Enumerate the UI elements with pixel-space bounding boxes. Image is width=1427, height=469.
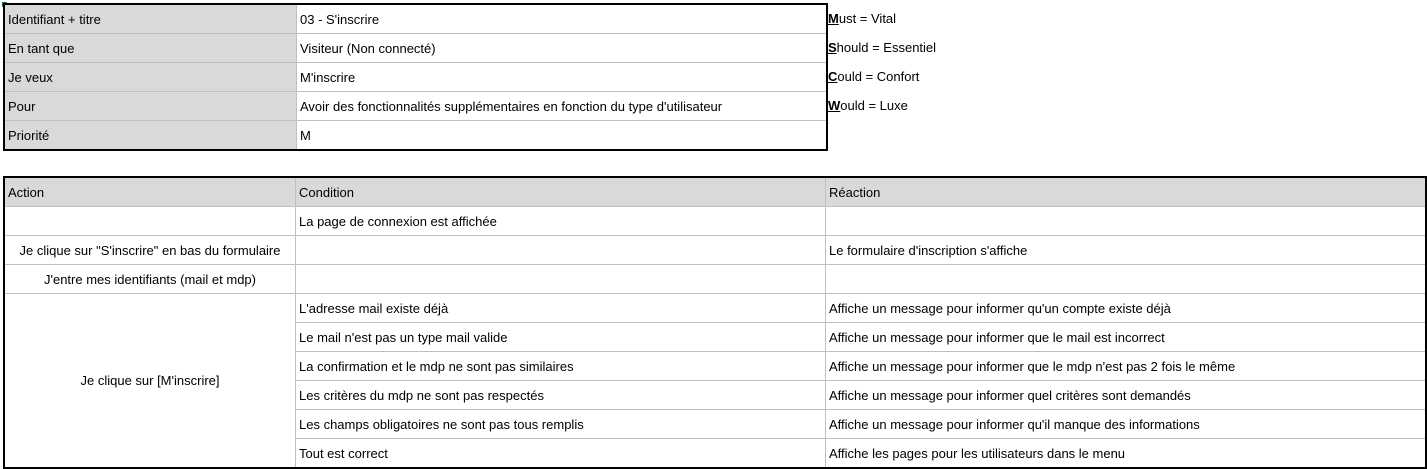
legend-item-could[interactable]: Could = Confort [828, 62, 936, 91]
story-row-as-a: En tant que Visiteur (Non connecté) [3, 33, 828, 63]
legend-key: M [828, 11, 839, 26]
story-value-cell[interactable]: M'inscrire [296, 62, 828, 92]
reaction-cell[interactable]: Affiche un message pour informer que le … [825, 322, 1427, 352]
legend-text: ust = Vital [838, 11, 897, 26]
reaction-cell[interactable]: Le formulaire d'inscription s'affiche [825, 235, 1427, 265]
user-story-table: Identifiant + titre 03 - S'inscrire En t… [3, 3, 828, 151]
condition-cell[interactable]: Le mail n'est pas un type mail valide [295, 322, 826, 352]
story-label-cell[interactable]: Identifiant + titre [3, 3, 297, 34]
legend-text: ould = Confort [837, 69, 920, 84]
table-row: J'entre mes identifiants (mail et mdp) [3, 264, 1427, 294]
condition-cell[interactable]: La confirmation et le mdp ne sont pas si… [295, 351, 826, 381]
reaction-cell[interactable]: Affiche les pages pour les utilisateurs … [825, 438, 1427, 469]
legend-text: hould = Essentiel [836, 40, 937, 55]
spreadsheet-view: Identifiant + titre 03 - S'inscrire En t… [0, 0, 1427, 469]
action-cell-merged[interactable]: Je clique sur [M'inscrire] [3, 293, 296, 469]
header-action[interactable]: Action [3, 176, 296, 207]
reaction-cell[interactable]: Affiche un message pour informer que le … [825, 351, 1427, 381]
condition-cell-empty[interactable] [295, 235, 826, 265]
acceptance-criteria-table: Action Condition Réaction La page de con… [3, 176, 1427, 469]
story-label-cell[interactable]: Pour [3, 91, 297, 121]
legend-key: W [828, 98, 841, 113]
action-cell[interactable]: Je clique sur "S'inscrire" en bas du for… [3, 235, 296, 265]
story-label-cell[interactable]: En tant que [3, 33, 297, 63]
legend-text: ould = Luxe [840, 98, 908, 113]
condition-cell[interactable]: L'adresse mail existe déjà [295, 293, 826, 323]
legend-item-would[interactable]: Would = Luxe [828, 91, 936, 120]
table-row: Je clique sur "S'inscrire" en bas du for… [3, 235, 1427, 265]
reaction-cell[interactable]: Affiche un message pour informer qu'un c… [825, 293, 1427, 323]
story-value-cell[interactable]: Visiteur (Non connecté) [296, 33, 828, 63]
reaction-cell-empty[interactable] [825, 206, 1427, 236]
header-reaction[interactable]: Réaction [825, 176, 1427, 207]
table-row: La page de connexion est affichée [3, 206, 1427, 236]
condition-cell[interactable]: Les critères du mdp ne sont pas respecté… [295, 380, 826, 410]
condition-cell[interactable]: Tout est correct [295, 438, 826, 469]
story-value-cell[interactable]: 03 - S'inscrire [296, 3, 828, 34]
condition-cell[interactable]: La page de connexion est affichée [295, 206, 826, 236]
table-header-row: Action Condition Réaction [3, 176, 1427, 207]
priority-legend: Must = Vital Should = Essentiel Could = … [828, 4, 936, 120]
condition-cell-empty[interactable] [295, 264, 826, 294]
action-cell[interactable]: J'entre mes identifiants (mail et mdp) [3, 264, 296, 294]
story-row-so-that: Pour Avoir des fonctionnalités supplémen… [3, 91, 828, 121]
story-value-cell[interactable]: M [296, 120, 828, 151]
action-cell-empty[interactable] [3, 206, 296, 236]
legend-item-must[interactable]: Must = Vital [828, 4, 936, 33]
story-label-cell[interactable]: Je veux [3, 62, 297, 92]
header-condition[interactable]: Condition [295, 176, 826, 207]
table-row: Je clique sur [M'inscrire] L'adresse mai… [3, 293, 1427, 469]
reaction-cell-empty[interactable] [825, 264, 1427, 294]
condition-cell[interactable]: Les champs obligatoires ne sont pas tous… [295, 409, 826, 439]
story-row-identifier: Identifiant + titre 03 - S'inscrire [3, 3, 828, 34]
story-row-priority: Priorité M [3, 120, 828, 151]
legend-item-should[interactable]: Should = Essentiel [828, 33, 936, 62]
legend-key: S [828, 40, 837, 55]
reaction-cell[interactable]: Affiche un message pour informer quel cr… [825, 380, 1427, 410]
story-row-i-want: Je veux M'inscrire [3, 62, 828, 92]
story-value-cell[interactable]: Avoir des fonctionnalités supplémentaire… [296, 91, 828, 121]
reaction-cell[interactable]: Affiche un message pour informer qu'il m… [825, 409, 1427, 439]
story-label-cell[interactable]: Priorité [3, 120, 297, 151]
legend-key: C [828, 69, 838, 84]
